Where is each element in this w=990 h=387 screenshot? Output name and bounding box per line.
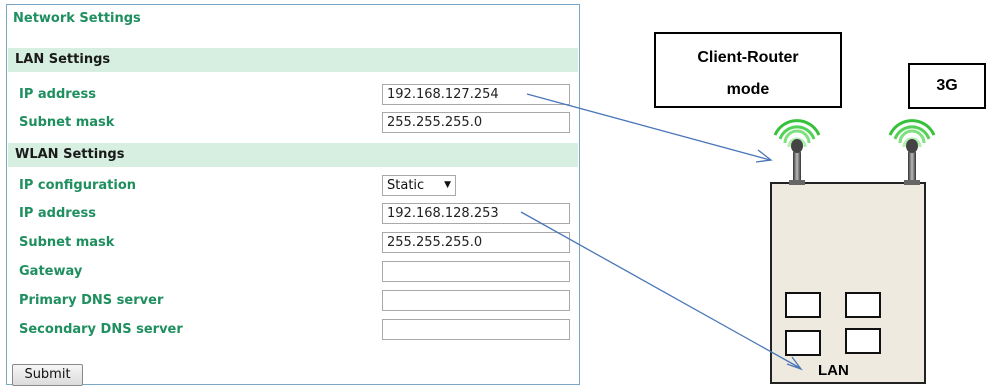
arrow-wlan-ip-to-lan bbox=[520, 211, 803, 371]
left-antenna-icon bbox=[773, 119, 821, 185]
right-antenna-icon bbox=[888, 119, 936, 185]
arrow-lan-ip-to-antenna bbox=[526, 93, 773, 163]
diagram-overlay bbox=[520, 93, 936, 371]
